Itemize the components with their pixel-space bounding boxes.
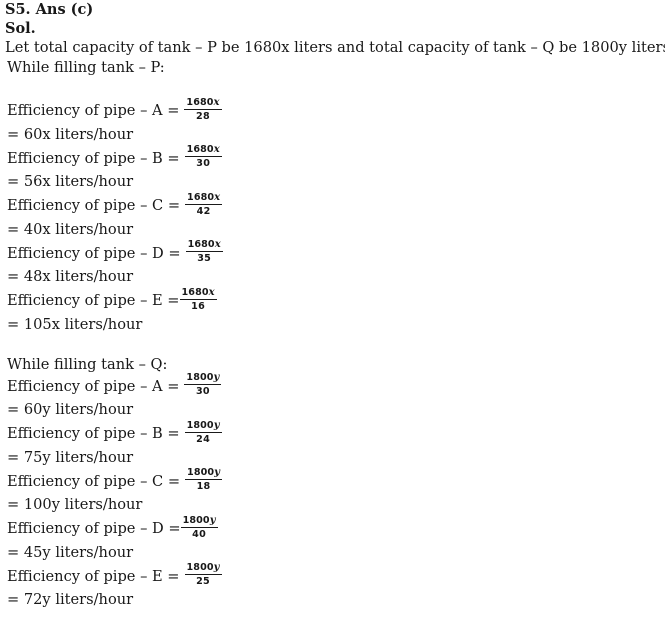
fraction: 1800y 30 [184,373,222,398]
fraction-numerator: 1800y [181,514,218,527]
fraction: 1680x 30 [184,145,222,170]
premise-statement: Let total capacity of tank – P be 1680x … [5,39,665,56]
efficiency-result-row: = 105x liters/hour [7,315,143,333]
efficiency-label: Efficiency of pipe – D = [7,520,181,538]
numerator-variable: x [213,96,220,108]
fraction-denominator: 40 [192,528,207,540]
fraction-numerator: 1680x [180,286,217,299]
efficiency-result-row: = 40x liters/hour [7,220,134,238]
numerator-value: 1800 [182,514,210,526]
efficiency-result-row: = 100y liters/hour [7,496,143,513]
efficiency-result-row: = 60x liters/hour [7,125,134,143]
fraction: 1800y 18 [185,468,223,493]
efficiency-expression-row: Efficiency of pipe – E = 1680x 16 [0,286,665,313]
efficiency-result-row: = 72y liters/hour [7,591,134,608]
efficiency-label: Efficiency of pipe – A = [7,102,180,120]
fraction-numerator: 1680x [185,191,222,204]
tank-p-heading: While filling tank – P: [7,59,165,76]
efficiency-result-row: = 56x liters/hour [7,173,134,190]
solution-page: S5. Ans (c) Sol. Let total capacity of t… [0,0,665,628]
fraction-denominator: 25 [196,576,211,588]
efficiency-expression-row: Efficiency of pipe – C = 1680x 42 [0,191,665,218]
tank-q-heading: While filling tank – Q: [7,355,168,373]
numerator-value: 1680 [186,144,214,156]
efficiency-label: Efficiency of pipe – B = [7,149,180,167]
numerator-variable: y [213,562,220,574]
fraction: 1800y 25 [184,563,222,588]
efficiency-label: Efficiency of pipe – C = [7,472,181,490]
numerator-variable: y [213,372,220,384]
fraction: 1680x 16 [179,286,217,312]
fraction-denominator: 24 [196,433,211,445]
fraction: 1680x 35 [185,240,223,265]
numerator-variable: x [214,191,221,203]
answer-heading: S5. Ans (c) [5,1,94,18]
fraction-numerator: 1800y [185,419,222,432]
efficiency-result-row: = 48x liters/hour [7,268,134,285]
fraction: 1800y 40 [180,514,218,540]
fraction-numerator: 1680x [184,96,221,109]
efficiency-expression-row: Efficiency of pipe – C = 1800y 18 [0,468,665,494]
fraction-numerator: 1800y [185,563,222,574]
numerator-value: 1800 [187,467,215,479]
numerator-value: 1800 [186,562,214,574]
fraction-denominator: 30 [196,158,211,170]
efficiency-label: Efficiency of pipe – C = [7,197,181,215]
numerator-value: 1680 [187,239,215,251]
numerator-variable: x [213,144,220,156]
efficiency-label: Efficiency of pipe – D = [7,244,181,262]
numerator-variable: x [208,286,215,298]
efficiency-result-row: = 45y liters/hour [7,543,134,561]
numerator-value: 1800 [186,372,214,384]
numerator-value: 1680 [181,286,209,298]
fraction-numerator: 1680x [185,145,222,156]
numerator-value: 1680 [186,96,214,108]
efficiency-label: Efficiency of pipe – E = [7,567,180,585]
numerator-value: 1800 [186,419,214,431]
efficiency-expression-row: Efficiency of pipe – E = 1800y 25 [0,563,665,589]
fraction: 1680x 28 [184,96,222,122]
efficiency-label: Efficiency of pipe – B = [7,425,180,443]
fraction-denominator: 18 [196,481,211,493]
tank-p-rows: Efficiency of pipe – A = 1680x 28 = 60x lit… [0,96,665,337]
efficiency-expression-row: Efficiency of pipe – A = 1680x 28 [0,96,665,123]
efficiency-expression-row: Efficiency of pipe – B = 1680x 30 [0,145,665,171]
numerator-value: 1680 [187,191,215,203]
numerator-variable: y [209,514,216,526]
efficiency-expression-row: Efficiency of pipe – B = 1800y 24 [0,419,665,446]
numerator-variable: y [214,467,221,479]
fraction: 1680x 42 [185,191,223,217]
efficiency-expression-row: Efficiency of pipe – D = 1680x 35 [0,240,665,266]
fraction-denominator: 16 [191,300,206,312]
fraction-numerator: 1800y [184,373,221,384]
fraction-denominator: 42 [196,205,211,217]
efficiency-expression-row: Efficiency of pipe – D = 1800y 40 [0,514,665,541]
numerator-variable: x [214,239,221,251]
fraction: 1800y 24 [184,419,222,445]
numerator-variable: y [213,419,220,431]
fraction-denominator: 28 [196,110,210,122]
efficiency-result-row: = 60y liters/hour [7,401,134,418]
fraction-numerator: 1680x [186,240,223,251]
efficiency-label: Efficiency of pipe – E = [7,292,180,310]
efficiency-label: Efficiency of pipe – A = [7,377,180,395]
efficiency-result-row: = 75y liters/hour [7,448,134,466]
tank-q-rows: Efficiency of pipe – A = 1800y 30 = 60y lit… [0,373,665,613]
efficiency-expression-row: Efficiency of pipe – A = 1800y 30 [0,373,665,399]
solution-heading: Sol. [5,20,36,37]
fraction-numerator: 1800y [185,468,222,479]
fraction-denominator: 35 [197,253,212,265]
fraction-denominator: 30 [195,386,210,398]
